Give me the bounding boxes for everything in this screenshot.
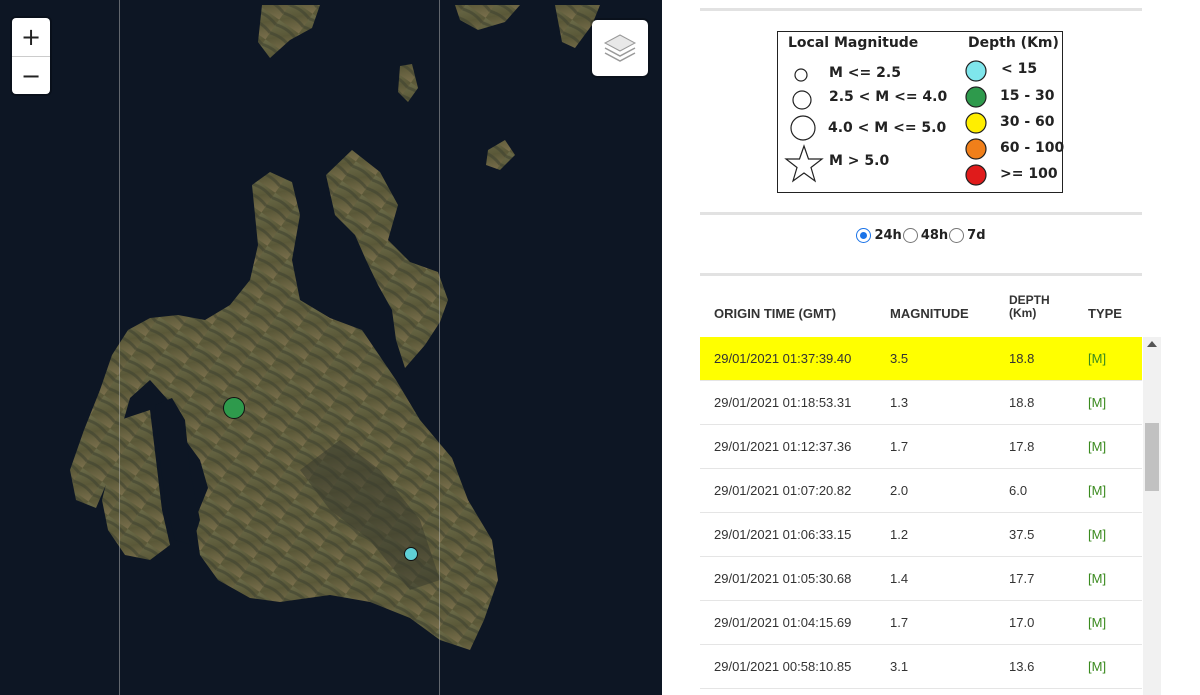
depth-cell: 18.8: [1009, 351, 1035, 366]
type-cell: [M]: [1088, 615, 1107, 630]
column-header-depth[interactable]: DEPTH: [1009, 293, 1050, 307]
type-cell: [M]: [1088, 659, 1107, 674]
zoom-in-button[interactable]: +: [12, 18, 50, 56]
period-option-7d[interactable]: 7d: [949, 228, 986, 243]
zoom-out-button[interactable]: −: [12, 56, 50, 94]
magnitude-cell: 1.3: [890, 395, 909, 410]
type-cell: [M]: [1088, 395, 1107, 410]
period-option-48h[interactable]: 48h: [902, 228, 949, 243]
period-label: 24h: [874, 228, 902, 243]
star-icon: [784, 144, 824, 183]
type-cell: [M]: [1088, 527, 1107, 542]
magnitude-cell: 1.7: [890, 615, 909, 630]
depth-cell: 17.0: [1009, 615, 1035, 630]
period-selector: 24h 48h 7d: [700, 228, 1142, 243]
small-circle-icon: [794, 68, 808, 82]
depth-legend-header: Depth (Km): [968, 35, 1059, 51]
info-panel: Local Magnitude Depth (Km) M <= 2.5 2.5 …: [700, 0, 1142, 695]
origin-time-cell: 29/01/2021 00:58:10.85: [714, 659, 852, 674]
depth-legend-label: < 15: [1001, 61, 1038, 77]
origin-time-cell: 29/01/2021 01:06:33.15: [714, 527, 852, 542]
divider: [700, 8, 1142, 11]
magnitude-legend-label: M > 5.0: [829, 153, 890, 169]
table-row[interactable]: 29/01/2021 01:07:20.82 2.0 6.0 [M]: [700, 469, 1142, 513]
radio-button-checked[interactable]: [856, 228, 872, 243]
radio-button[interactable]: [902, 228, 918, 243]
depth-legend-label: 30 - 60: [1000, 114, 1055, 130]
origin-time-cell: 29/01/2021 01:04:15.69: [714, 615, 852, 630]
depth-circle-icon: [965, 86, 987, 108]
scroll-up-arrow-icon[interactable]: [1147, 341, 1157, 347]
layers-icon: [603, 34, 637, 62]
layers-button[interactable]: [592, 20, 648, 76]
magnitude-cell: 1.2: [890, 527, 909, 542]
type-cell: [M]: [1088, 483, 1107, 498]
table-row[interactable]: 29/01/2021 01:05:30.68 1.4 17.7 [M]: [700, 557, 1142, 601]
origin-time-cell: 29/01/2021 01:07:20.82: [714, 483, 852, 498]
period-label: 48h: [920, 228, 949, 243]
magnitude-cell: 2.0: [890, 483, 909, 498]
table-row[interactable]: 29/01/2021 01:18:53.31 1.3 18.8 [M]: [700, 381, 1142, 425]
depth-legend-label: 15 - 30: [1000, 88, 1055, 104]
magnitude-legend-header: Local Magnitude: [788, 35, 919, 51]
depth-cell: 13.6: [1009, 659, 1035, 674]
magnitude-legend-label: 2.5 < M <= 4.0: [829, 89, 948, 105]
table-scrollbar[interactable]: [1143, 337, 1161, 695]
column-header-origin-time[interactable]: ORIGIN TIME (GMT): [714, 306, 836, 321]
column-header-type[interactable]: TYPE: [1088, 306, 1122, 321]
satellite-terrain: [70, 5, 600, 650]
type-cell: [M]: [1088, 571, 1107, 586]
table-row[interactable]: 29/01/2021 01:06:33.15 1.2 37.5 [M]: [700, 513, 1142, 557]
quake-marker-green[interactable]: [223, 397, 245, 419]
period-option-24h[interactable]: 24h: [856, 228, 902, 243]
depth-cell: 17.8: [1009, 439, 1035, 454]
table-header: ORIGIN TIME (GMT) MAGNITUDE DEPTH (Km) T…: [700, 284, 1142, 334]
origin-time-cell: 29/01/2021 01:12:37.36: [714, 439, 852, 454]
depth-cell: 17.7: [1009, 571, 1035, 586]
table-row[interactable]: 29/01/2021 01:04:15.69 1.7 17.0 [M]: [700, 601, 1142, 645]
depth-circle-icon: [965, 60, 987, 82]
depth-legend-label: 60 - 100: [1000, 140, 1065, 156]
graticule-line: [439, 0, 440, 695]
column-header-depth-unit: (Km): [1009, 306, 1037, 320]
earthquake-table[interactable]: 29/01/2021 01:37:39.40 3.5 18.8 [M] 29/0…: [700, 337, 1142, 695]
depth-cell: 37.5: [1009, 527, 1035, 542]
radio-button[interactable]: [949, 228, 965, 243]
map-legend: Local Magnitude Depth (Km) M <= 2.5 2.5 …: [777, 31, 1065, 193]
magnitude-cell: 3.1: [890, 659, 909, 674]
depth-circle-icon: [965, 112, 987, 134]
column-header-magnitude[interactable]: MAGNITUDE: [890, 306, 969, 321]
depth-circle-icon: [965, 138, 987, 160]
divider: [700, 212, 1142, 215]
depth-circle-icon: [965, 164, 987, 186]
period-label: 7d: [967, 228, 986, 243]
medium-circle-icon: [792, 90, 812, 110]
graticule-line: [119, 0, 120, 695]
table-row[interactable]: 29/01/2021 01:37:39.40 3.5 18.8 [M]: [700, 337, 1142, 381]
scrollbar-thumb[interactable]: [1145, 423, 1159, 491]
origin-time-cell: 29/01/2021 01:18:53.31: [714, 395, 852, 410]
depth-cell: 18.8: [1009, 395, 1035, 410]
depth-legend-label: >= 100: [1000, 166, 1058, 182]
magnitude-cell: 3.5: [890, 351, 909, 366]
origin-time-cell: 29/01/2021 01:05:30.68: [714, 571, 852, 586]
quake-marker-cyan[interactable]: [404, 547, 418, 561]
depth-cell: 6.0: [1009, 483, 1028, 498]
earthquake-map[interactable]: + −: [0, 0, 662, 695]
zoom-control: + −: [12, 18, 50, 94]
origin-time-cell: 29/01/2021 01:37:39.40: [714, 351, 852, 366]
magnitude-cell: 1.4: [890, 571, 909, 586]
large-circle-icon: [790, 115, 816, 141]
table-row[interactable]: 29/01/2021 00:58:10.85 3.1 13.6 [M]: [700, 645, 1142, 689]
magnitude-cell: 1.7: [890, 439, 909, 454]
magnitude-legend-label: 4.0 < M <= 5.0: [828, 120, 947, 136]
type-cell: [M]: [1088, 439, 1107, 454]
table-row[interactable]: 29/01/2021 01:12:37.36 1.7 17.8 [M]: [700, 425, 1142, 469]
divider: [700, 273, 1142, 276]
magnitude-legend-label: M <= 2.5: [829, 65, 901, 81]
type-cell: [M]: [1088, 351, 1107, 366]
